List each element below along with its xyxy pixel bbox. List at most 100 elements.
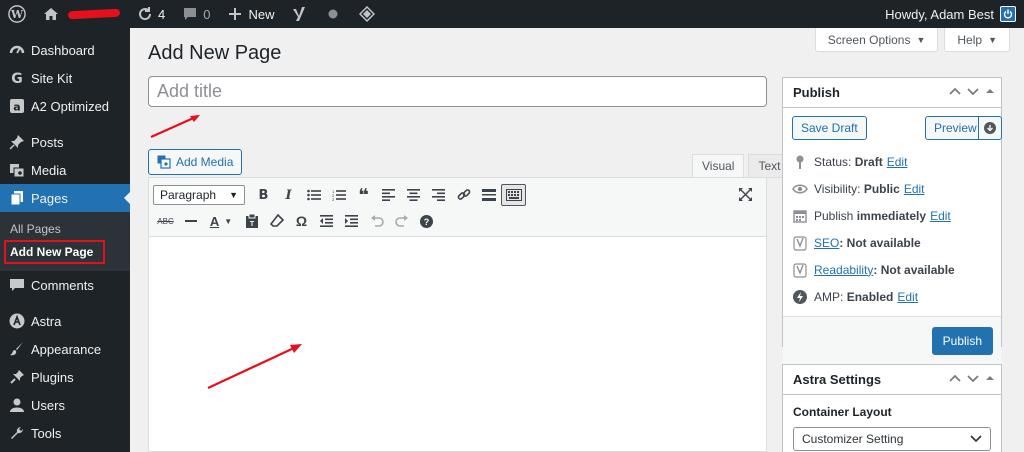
italic-icon[interactable]: I [276,184,301,206]
container-layout-select[interactable]: Customizer Setting [793,427,991,451]
svg-text:W: W [10,8,24,21]
help-circle-icon[interactable]: ? [414,210,439,232]
publish-actions-footer: Publish [783,316,1001,366]
amp-row: AMP: Enabled Edit [783,283,1001,310]
clear-formatting-icon[interactable] [264,210,289,232]
yoast-seo-icon [792,235,808,251]
status-row: Status: Draft Edit [783,148,1001,175]
align-center-icon[interactable] [401,184,426,206]
caret-down-icon: ▼ [229,190,238,200]
save-draft-button[interactable]: Save Draft [792,116,867,140]
toggle-panel-icon[interactable] [985,85,995,97]
new-label: New [248,6,275,22]
indent-icon[interactable] [339,210,364,232]
status-dot-menu[interactable] [316,0,350,28]
title-input[interactable]: Add title [148,76,767,107]
text-color-icon[interactable]: A ▼ [203,210,239,232]
link-icon[interactable] [451,184,476,206]
tab-visual[interactable]: Visual [692,154,745,178]
sidebar-item-a2-optimized[interactable]: a A2 Optimized [0,92,130,120]
edit-amp-link[interactable]: Edit [897,290,918,304]
yoast-icon [290,5,308,23]
pages-icon [8,189,26,207]
page-title: Add New Page [148,42,282,64]
read-more-icon[interactable] [476,184,501,206]
sidebar-item-pages[interactable]: Pages [0,184,130,212]
edit-status-link[interactable]: Edit [887,155,908,169]
brush-icon [8,340,26,358]
strikethrough-icon[interactable]: ABC [153,210,178,232]
chevron-up-icon[interactable] [949,372,961,384]
readability-link[interactable]: Readability [814,263,873,277]
redo-icon[interactable] [389,210,414,232]
preview-options-button[interactable] [978,116,1002,140]
sidebar-item-dashboard[interactable]: Dashboard [0,36,130,64]
annotation-arrow-title [150,114,200,139]
pages-submenu: All Pages Add New Page [0,212,130,271]
user-icon [8,396,26,414]
outdent-icon[interactable] [314,210,339,232]
add-media-button[interactable]: Add Media [148,149,243,175]
publish-date-row: Publish immediately Edit [783,202,1001,229]
horizontal-line-icon[interactable] [178,210,203,232]
toggle-panel-icon[interactable] [985,372,995,384]
publish-button[interactable]: Publish [931,327,993,355]
preview-dropdown-icon [984,122,996,134]
chevron-down-icon[interactable] [967,372,979,384]
publish-box-header[interactable]: Publish [783,78,1001,108]
submenu-add-new-page[interactable]: Add New Page [4,240,105,264]
gray-circle-icon [324,5,342,23]
edit-visibility-link[interactable]: Edit [904,182,925,196]
wordpress-logo-menu[interactable]: W [0,0,34,28]
fullscreen-icon[interactable] [733,183,758,205]
align-right-icon[interactable] [426,184,451,206]
updates-menu[interactable]: 4 [128,0,173,28]
astra-settings-header[interactable]: Astra Settings [783,365,1001,395]
numbered-list-icon[interactable]: 123 [326,184,351,206]
sidebar-item-posts[interactable]: Posts [0,128,130,156]
refresh-icon [136,5,154,23]
sidebar-item-plugins[interactable]: Plugins [0,363,130,391]
undo-icon[interactable] [364,210,389,232]
avatar[interactable] [1000,6,1016,22]
chevron-down-icon[interactable] [967,85,979,97]
svg-text:G: G [11,71,23,86]
diamond-icon [358,5,376,23]
toolbar-toggle-icon[interactable] [501,184,526,206]
sidebar-item-appearance[interactable]: Appearance [0,335,130,363]
plus-icon [226,5,244,23]
edit-date-link[interactable]: Edit [930,209,951,223]
astra-icon [8,312,26,330]
special-character-icon[interactable]: Ω [289,210,314,232]
howdy-user[interactable]: Howdy, Adam Best [885,7,994,22]
sidebar-item-tools[interactable]: Tools [0,419,130,447]
preview-button[interactable]: Preview [925,116,986,140]
chevron-up-icon[interactable] [949,85,961,97]
sidebar-item-users[interactable]: Users [0,391,130,419]
sidebar-item-media[interactable]: Media [0,156,130,184]
submenu-all-pages[interactable]: All Pages [0,217,130,240]
yoast-readability-icon [792,262,808,278]
caret-down-icon: ▼ [988,34,997,45]
yoast-menu[interactable] [282,0,316,28]
sidebar-item-comments[interactable]: Comments [0,271,130,299]
help-button[interactable]: Help ▼ [944,28,1010,52]
screen-options-button[interactable]: Screen Options ▼ [814,28,939,52]
caret-down-icon: ▼ [916,34,926,45]
sidebar-item-astra[interactable]: Astra [0,307,130,335]
seo-link[interactable]: SEO [814,236,839,250]
site-name-menu[interactable] [34,0,128,28]
bullet-list-icon[interactable] [301,184,326,206]
comment-icon [8,276,26,294]
align-left-icon[interactable] [376,184,401,206]
paste-text-icon[interactable]: T [239,210,264,232]
diamond-plugin-menu[interactable] [350,0,384,28]
comments-menu[interactable]: 0 [173,0,218,28]
blockquote-icon[interactable]: ❝ [351,184,376,206]
add-media-icon [157,155,171,169]
bold-icon[interactable]: B [251,184,276,206]
admin-bar: W 4 0 New Howdy, Adam Best [0,0,1024,28]
format-select[interactable]: Paragraph ▼ [153,185,245,205]
new-content-menu[interactable]: New [218,0,282,28]
sidebar-item-site-kit[interactable]: G Site Kit [0,64,130,92]
